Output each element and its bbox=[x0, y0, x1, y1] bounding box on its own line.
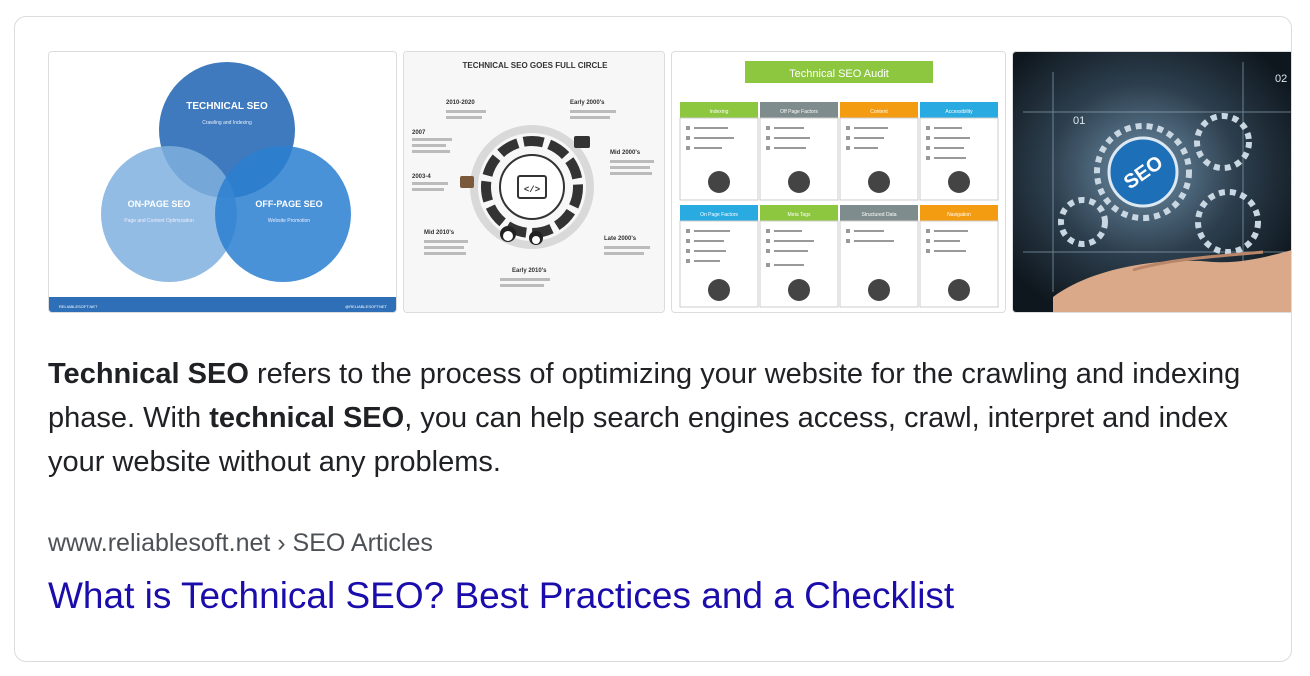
venn-label-offpage: OFF-PAGE SEO bbox=[255, 199, 322, 209]
audit-header: Off Page Factors bbox=[780, 109, 818, 115]
snippet-bold-1: Technical SEO bbox=[48, 358, 249, 390]
circle-label: Early 2000's bbox=[570, 100, 605, 106]
audit-header: Indexing bbox=[710, 109, 729, 115]
venn-sub-onpage: Page and Content Optimization bbox=[124, 218, 194, 224]
featured-snippet-card: TECHNICAL SEO Crawling and Indexing ON-P… bbox=[14, 16, 1292, 662]
circle-label: 2003-4 bbox=[412, 174, 431, 180]
venn-footer-right: @RELIABLESOFTNET bbox=[345, 304, 387, 309]
circle-label: Early 2010's bbox=[512, 268, 547, 274]
audit-header: Navigation bbox=[947, 212, 971, 218]
audit-header: On Page Factors bbox=[700, 212, 738, 218]
venn-circle-offpage bbox=[215, 146, 351, 282]
audit-title: Technical SEO Audit bbox=[789, 68, 889, 80]
audit-header: Content bbox=[870, 109, 888, 115]
seo-audit-graphic: Technical SEO Audit Indexing Off Page Fa… bbox=[672, 52, 1005, 312]
image-seo-audit[interactable]: Technical SEO Audit Indexing Off Page Fa… bbox=[671, 51, 1006, 313]
audit-header: Structured Data bbox=[861, 212, 896, 218]
venn-sub-technical: Crawling and Indexing bbox=[202, 120, 252, 126]
circle-label: Mid 2000's bbox=[610, 150, 641, 156]
full-circle-graphic: TECHNICAL SEO GOES FULL CIRCLE </> 2010-… bbox=[404, 52, 664, 312]
venn-diagram-graphic: TECHNICAL SEO Crawling and Indexing ON-P… bbox=[49, 52, 396, 312]
image-carousel: TECHNICAL SEO Crawling and Indexing ON-P… bbox=[48, 51, 1291, 315]
snippet-bold-2: technical SEO bbox=[209, 402, 405, 434]
venn-footer-left: RELIABLESOFT.NET bbox=[59, 304, 98, 309]
audit-header: Accessibility bbox=[945, 109, 973, 115]
venn-label-technical: TECHNICAL SEO bbox=[186, 101, 268, 112]
gear-number: 02 bbox=[1275, 73, 1287, 85]
result-breadcrumb[interactable]: www.reliablesoft.net › SEO Articles bbox=[48, 529, 433, 558]
audit-header: Meta Tags bbox=[788, 212, 811, 218]
circle-label: Late 2000's bbox=[604, 236, 637, 242]
result-title-link[interactable]: What is Technical SEO? Best Practices an… bbox=[48, 575, 954, 617]
image-seo-gears-hand[interactable]: SEO 01 02 bbox=[1012, 51, 1291, 313]
venn-label-onpage: ON-PAGE SEO bbox=[128, 199, 191, 209]
snippet-text: Technical SEO refers to the process of o… bbox=[48, 352, 1258, 484]
venn-sub-offpage: Website Promotion bbox=[268, 218, 310, 224]
seo-gears-graphic: SEO 01 02 bbox=[1013, 52, 1291, 312]
circle-title: TECHNICAL SEO GOES FULL CIRCLE bbox=[462, 61, 608, 70]
circle-center-label: </> bbox=[524, 185, 540, 195]
image-venn-diagram[interactable]: TECHNICAL SEO Crawling and Indexing ON-P… bbox=[48, 51, 397, 313]
image-full-circle[interactable]: TECHNICAL SEO GOES FULL CIRCLE </> 2010-… bbox=[403, 51, 665, 313]
circle-label: Mid 2010's bbox=[424, 230, 455, 236]
circle-label: 2007 bbox=[412, 130, 426, 136]
gear-number: 01 bbox=[1073, 115, 1085, 127]
circle-label: 2010-2020 bbox=[446, 100, 475, 106]
